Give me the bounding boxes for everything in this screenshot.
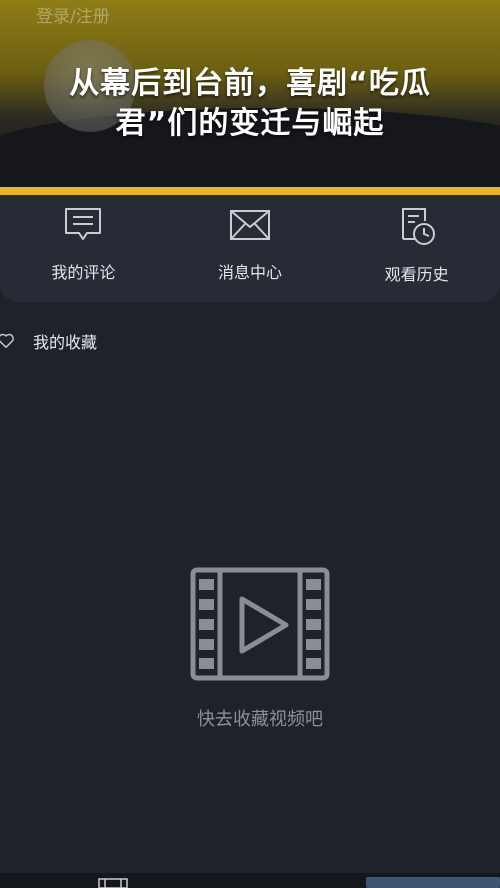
login-register-link[interactable]: 登录/注册 (36, 2, 110, 27)
headline-line-2: 君”们的变迁与崛起 (115, 106, 385, 141)
my-comments-label: 我的评论 (51, 263, 116, 282)
video-tab-icon[interactable] (98, 878, 128, 888)
headline-overlay: 从幕后到台前，喜剧“吃瓜 君”们的变迁与崛起 (0, 64, 500, 144)
headline-line-1: 从幕后到台前，喜剧“吃瓜 (69, 66, 431, 101)
accent-bar (0, 187, 500, 195)
message-center-button[interactable]: 消息中心 (167, 195, 334, 302)
mail-icon (230, 210, 270, 240)
my-comments-button[interactable]: 我的评论 (0, 195, 167, 302)
quick-actions-panel: 我的评论 消息中心 观看历史 (0, 195, 500, 302)
bottom-thumbnail[interactable] (366, 877, 500, 888)
profile-header: 登录/注册 从幕后到台前，喜剧“吃瓜 君”们的变迁与崛起 (0, 0, 500, 190)
favorites-title: 我的收藏 (33, 333, 98, 352)
favorites-empty-text: 快去收藏视频吧 (197, 709, 323, 730)
video-play-icon (190, 567, 330, 681)
comment-icon (65, 208, 102, 240)
favorites-header[interactable]: 我的收藏 (0, 328, 97, 354)
history-icon (401, 208, 435, 245)
message-center-label: 消息中心 (218, 263, 283, 282)
watch-history-label: 观看历史 (384, 265, 449, 284)
heart-icon (0, 333, 14, 349)
watch-history-button[interactable]: 观看历史 (333, 195, 500, 302)
